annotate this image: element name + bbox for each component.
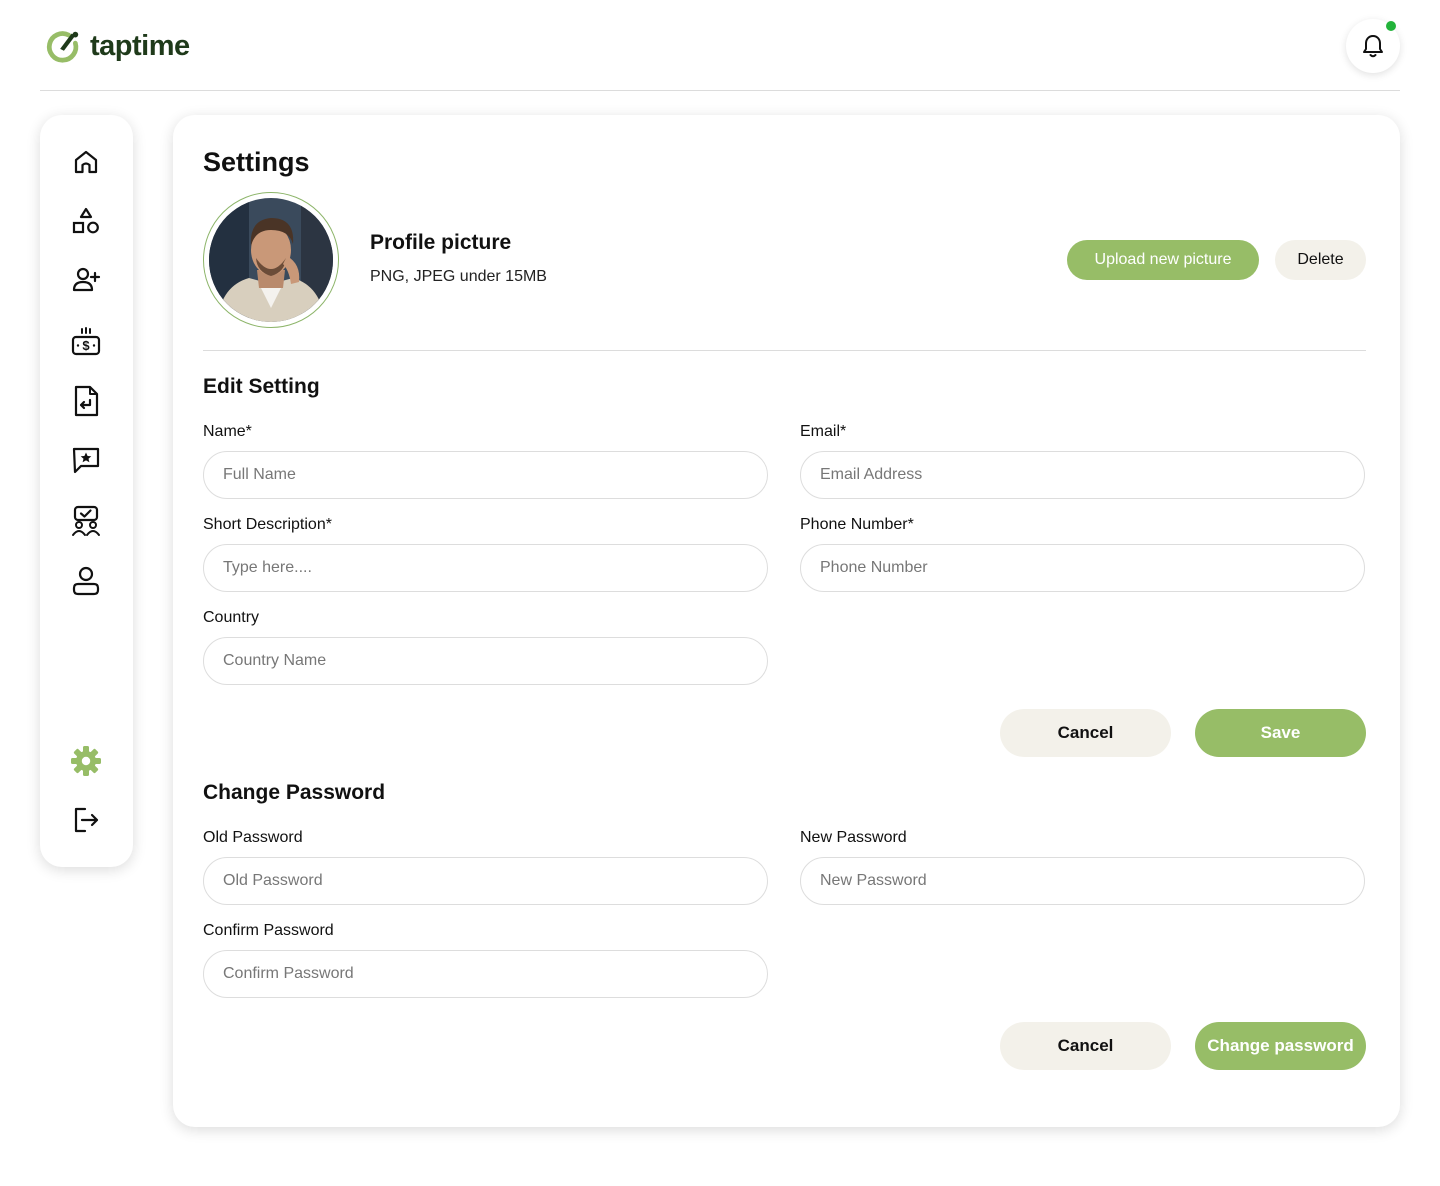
delete-picture-button[interactable]: Delete (1275, 240, 1366, 280)
upload-picture-button[interactable]: Upload new picture (1067, 240, 1259, 280)
new-password-label: New Password (800, 829, 907, 846)
user-icon (72, 566, 100, 596)
group-check-icon (72, 505, 100, 536)
profile-picture-hint: PNG, JPEG under 15MB (370, 268, 547, 285)
sidebar-item-profile[interactable] (68, 563, 104, 599)
settings-card: Settings Profile picture PNG, JPEG under… (173, 115, 1400, 1127)
description-field[interactable] (203, 544, 768, 592)
confirm-password-field[interactable] (203, 950, 768, 998)
user-plus-icon (72, 267, 101, 292)
home-icon (74, 150, 98, 174)
brand-name: taptime (90, 29, 190, 62)
gear-icon (71, 746, 101, 776)
country-label: Country (203, 609, 260, 626)
old-password-field[interactable] (203, 857, 768, 905)
sidebar-item-home[interactable] (68, 144, 104, 180)
logout-icon (74, 807, 99, 833)
sidebar-item-categories[interactable] (68, 203, 104, 239)
svg-text:$: $ (82, 338, 90, 353)
change-password-title: Change Password (203, 781, 386, 804)
notifications-button[interactable] (1346, 19, 1400, 73)
edit-setting-title: Edit Setting (203, 375, 320, 398)
confirm-password-label: Confirm Password (203, 922, 334, 939)
section-divider (203, 350, 1366, 351)
name-label: Name* (203, 423, 252, 440)
profile-photo (209, 198, 333, 322)
change-password-button[interactable]: Change password (1195, 1022, 1366, 1070)
old-password-label: Old Password (203, 829, 303, 846)
phone-label: Phone Number* (800, 516, 914, 533)
file-return-icon (74, 385, 99, 417)
edit-cancel-button[interactable]: Cancel (1000, 709, 1171, 757)
description-label: Short Description* (203, 516, 332, 533)
sidebar-item-settings[interactable] (68, 743, 104, 779)
notification-dot (1386, 21, 1396, 31)
profile-picture-title: Profile picture (370, 231, 512, 254)
save-button[interactable]: Save (1195, 709, 1366, 757)
logo-mark-icon (46, 31, 79, 63)
top-header: taptime (40, 0, 1400, 91)
country-field[interactable] (203, 637, 768, 685)
sidebar-item-logout[interactable] (68, 802, 104, 838)
sidebar-item-reviews[interactable] (68, 442, 104, 478)
logo[interactable]: taptime (44, 27, 190, 65)
sidebar: $ (40, 115, 133, 867)
sidebar-item-documents[interactable] (68, 383, 104, 419)
star-message-icon (72, 447, 100, 474)
avatar (203, 192, 339, 328)
password-cancel-button[interactable]: Cancel (1000, 1022, 1171, 1070)
sidebar-item-payments[interactable]: $ (68, 324, 104, 360)
sidebar-item-meetings[interactable] (68, 503, 104, 539)
email-label: Email* (800, 423, 847, 440)
page-title: Settings (203, 147, 310, 177)
phone-field[interactable] (800, 544, 1365, 592)
shapes-icon (72, 207, 99, 234)
profile-photo-image (209, 198, 333, 322)
new-password-field[interactable] (800, 857, 1365, 905)
email-field[interactable] (800, 451, 1365, 499)
money-icon: $ (71, 327, 101, 356)
sidebar-item-add-user[interactable] (68, 262, 104, 298)
name-field[interactable] (203, 451, 768, 499)
bell-icon (1363, 35, 1383, 58)
